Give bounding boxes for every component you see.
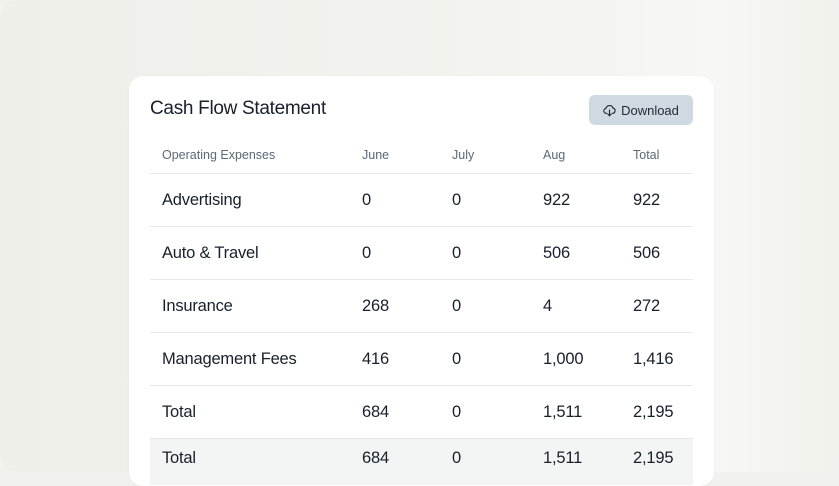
cell-total: 2,195: [633, 402, 674, 421]
table-row: Auto & Travel 0 0 506 506: [150, 227, 693, 280]
download-button-label: Download: [621, 102, 679, 118]
cloud-download-icon: [603, 104, 616, 116]
footer-june: 684: [362, 449, 389, 467]
cell-july: 0: [452, 243, 461, 262]
row-label: Total: [162, 402, 196, 421]
cell-total: 506: [633, 243, 660, 262]
footer-july: 0: [452, 449, 461, 467]
card-title: Cash Flow Statement: [150, 98, 326, 119]
cell-june: 268: [362, 296, 389, 315]
cell-june: 0: [362, 243, 371, 262]
row-label: Advertising: [162, 190, 242, 209]
row-label: Insurance: [162, 296, 233, 315]
cell-aug: 1,000: [543, 349, 584, 368]
table-row: Management Fees 416 0 1,000 1,416: [150, 333, 693, 386]
cash-flow-card: Cash Flow Statement Download Operating E…: [129, 76, 714, 486]
table-header-row: Operating Expenses June July Aug Total: [150, 136, 693, 174]
cell-aug: 4: [543, 296, 552, 315]
row-label: Management Fees: [162, 349, 297, 368]
footer-total: 2,195: [633, 449, 674, 467]
cell-july: 0: [452, 402, 461, 421]
footer-aug: 1,511: [543, 449, 583, 467]
header-june: June: [362, 147, 390, 162]
header-total: Total: [633, 147, 660, 162]
operating-expenses-table: Operating Expenses June July Aug Total A…: [150, 136, 693, 485]
header-july: July: [452, 147, 475, 162]
cell-aug: 922: [543, 190, 570, 209]
footer-label: Total: [162, 449, 196, 467]
cell-total: 1,416: [633, 349, 674, 368]
table-row: Insurance 268 0 4 272: [150, 280, 693, 333]
row-label: Auto & Travel: [162, 243, 259, 262]
table-row: Advertising 0 0 922 922: [150, 174, 693, 227]
header-operating-expenses: Operating Expenses: [162, 147, 276, 162]
cell-aug: 1,511: [543, 402, 583, 421]
cell-total: 922: [633, 190, 660, 209]
download-button[interactable]: Download: [589, 95, 693, 125]
cell-july: 0: [452, 349, 461, 368]
header-aug: Aug: [543, 147, 566, 162]
cell-june: 684: [362, 402, 389, 421]
cell-aug: 506: [543, 243, 570, 262]
cell-july: 0: [452, 190, 461, 209]
table-row: Total 684 0 1,511 2,195: [150, 386, 693, 439]
cell-total: 272: [633, 296, 660, 315]
cell-june: 416: [362, 349, 389, 368]
table-footer-row: Total 684 0 1,511 2,195: [150, 439, 693, 485]
cell-june: 0: [362, 190, 371, 209]
cell-july: 0: [452, 296, 461, 315]
